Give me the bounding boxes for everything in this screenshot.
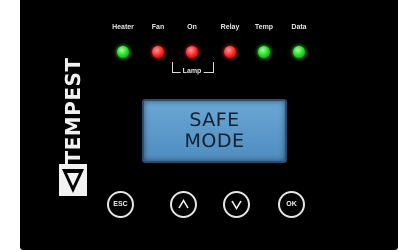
temp-label: Temp — [254, 24, 274, 31]
heater-led — [117, 46, 129, 58]
data-led — [293, 46, 305, 58]
ok-button-label: OK — [286, 201, 297, 208]
data-label: Data — [291, 24, 307, 31]
down-button[interactable] — [223, 191, 250, 218]
ok-button[interactable]: OK — [278, 191, 305, 218]
lcd-display: SAFE MODE — [142, 99, 287, 163]
relay-label: Relay — [220, 24, 240, 31]
chevron-up-icon — [178, 198, 189, 209]
on-led — [186, 46, 198, 58]
tempest-logo-icon — [59, 164, 87, 196]
chevron-down-icon — [231, 200, 242, 211]
lcd-line-2: MODE — [184, 130, 245, 152]
heater-label: Heater — [112, 24, 134, 31]
lcd-line-1: SAFE — [189, 109, 240, 131]
on-label: On — [187, 24, 197, 31]
temp-led — [258, 46, 270, 58]
control-panel: TEMPEST Heater Fan On Relay Temp Data La… — [20, 0, 398, 250]
esc-button-label: ESC — [113, 201, 128, 208]
esc-button[interactable]: ESC — [107, 191, 134, 218]
relay-led — [224, 46, 236, 58]
brand-area: TEMPEST — [50, 45, 96, 235]
brand-name: TEMPEST — [61, 57, 85, 165]
fan-led — [152, 46, 164, 58]
lamp-label: Lamp — [180, 68, 204, 75]
fan-label: Fan — [151, 24, 165, 31]
up-button[interactable] — [170, 191, 197, 218]
